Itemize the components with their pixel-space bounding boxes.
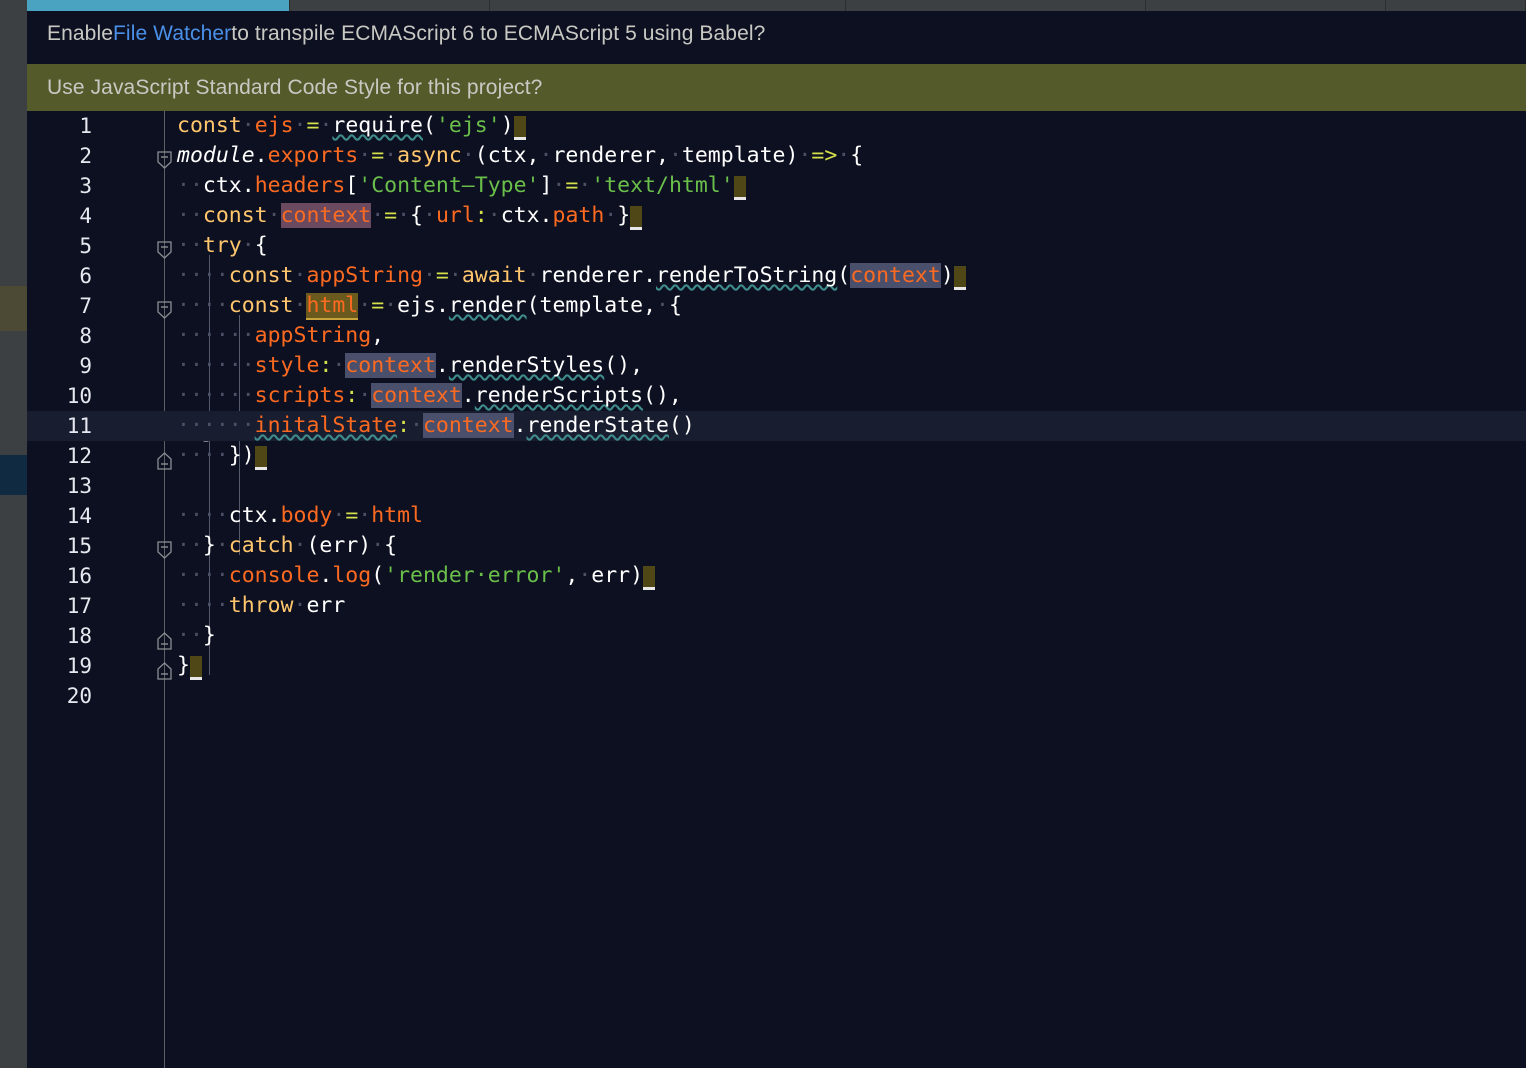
line-number: 2	[79, 144, 92, 168]
line-content-2[interactable]: module.exports·=·async·(ctx,·renderer,·t…	[177, 141, 863, 171]
code-line-10[interactable]: 10 ······scripts:·context.renderScripts(…	[27, 381, 1526, 411]
left-tool-strip[interactable]	[0, 0, 27, 1068]
line-content-4[interactable]: ··const·context·=·{·url:·ctx.path·}	[177, 201, 643, 231]
line-content-18[interactable]: ··}	[177, 621, 216, 651]
notification-standard-code-style[interactable]: Use JavaScript Standard Code Style for t…	[27, 64, 1526, 111]
code-line-3[interactable]: 3 ··ctx.headers['Content–Type']·=·'text/…	[27, 171, 1526, 201]
line-number: 7	[79, 294, 92, 318]
line-content-3[interactable]: ··ctx.headers['Content–Type']·=·'text/ht…	[177, 171, 746, 201]
line-number: 20	[66, 684, 92, 708]
code-editor[interactable]: 1 const·ejs·=·require('ejs') 2 module.ex…	[27, 111, 1526, 1068]
line-number: 3	[79, 174, 92, 198]
line-number: 8	[79, 324, 92, 348]
code-line-9[interactable]: 9 ······style:·context.renderStyles(),	[27, 351, 1526, 381]
line-number: 18	[66, 624, 92, 648]
line-content-10[interactable]: ······scripts:·context.renderScripts(),	[177, 381, 682, 411]
code-line-4[interactable]: 4 ··const·context·=·{·url:·ctx.path·}	[27, 201, 1526, 231]
line-content-11[interactable]: ······initalState:·context.renderState()	[177, 411, 695, 441]
line-number: 14	[66, 504, 92, 528]
code-line-7[interactable]: 7 ····const·html·=·ejs.render(template,·…	[27, 291, 1526, 321]
line-content-8[interactable]: ······appString,	[177, 321, 384, 351]
line-content-6[interactable]: ····const·appString·=·await·renderer.ren…	[177, 261, 966, 291]
banner-text-before: Enable	[47, 21, 113, 45]
line-content-7[interactable]: ····const·html·=·ejs.render(template,·{	[177, 291, 682, 321]
ide-window: Enable File Watcher to transpile ECMAScr…	[0, 0, 1526, 1068]
banner-separator	[27, 56, 1526, 64]
code-lines[interactable]: 1 const·ejs·=·require('ejs') 2 module.ex…	[27, 111, 1526, 1068]
code-line-1[interactable]: 1 const·ejs·=·require('ejs')	[27, 111, 1526, 141]
code-line-11[interactable]: 11 ······initalState:·context.renderStat…	[27, 411, 1526, 441]
code-line-20[interactable]: 20	[27, 681, 1526, 711]
line-content-17[interactable]: ····throw·err	[177, 591, 345, 621]
strip-marker-olive	[0, 286, 27, 331]
tab-2[interactable]	[290, 0, 490, 11]
line-number: 9	[79, 354, 92, 378]
line-content-12[interactable]: ····})	[177, 441, 267, 471]
line-number: 5	[79, 234, 92, 258]
line-number: 19	[66, 654, 92, 678]
line-content-1[interactable]: const·ejs·=·require('ejs')	[177, 111, 526, 141]
line-content-16[interactable]: ····console.log('render·error',·err)	[177, 561, 656, 591]
line-number: 4	[79, 204, 92, 228]
strip-marker-blue	[0, 455, 27, 495]
line-content-9[interactable]: ······style:·context.renderStyles(),	[177, 351, 643, 381]
line-number: 1	[79, 114, 92, 138]
line-content-19[interactable]: }	[177, 651, 202, 681]
code-line-13[interactable]: 13	[27, 471, 1526, 501]
line-number: 15	[66, 534, 92, 558]
line-content-5[interactable]: ··try·{	[177, 231, 268, 261]
line-content-14[interactable]: ····ctx.body·=·html	[177, 501, 423, 531]
banner-text-after: to transpile ECMAScript 6 to ECMAScript …	[231, 21, 766, 45]
code-line-2[interactable]: 2 module.exports·=·async·(ctx,·renderer,…	[27, 141, 1526, 171]
editor-tab-bar[interactable]	[27, 0, 1526, 11]
code-line-5[interactable]: 5 ··try·{	[27, 231, 1526, 261]
banner-2-text: Use JavaScript Standard Code Style for t…	[47, 75, 543, 99]
file-watcher-link[interactable]: File Watcher	[113, 22, 231, 46]
tab-5[interactable]	[1146, 0, 1386, 11]
line-number: 10	[66, 384, 92, 408]
tab-4[interactable]	[846, 0, 1146, 11]
code-line-8[interactable]: 8 ······appString,	[27, 321, 1526, 351]
line-content-15[interactable]: ··}·catch·(err)·{	[177, 531, 397, 561]
line-number: 16	[66, 564, 92, 588]
code-line-17[interactable]: 17 ····throw·err	[27, 591, 1526, 621]
line-number: 13	[66, 474, 92, 498]
code-line-6[interactable]: 6 ····const·appString·=·await·renderer.r…	[27, 261, 1526, 291]
line-number: 11	[66, 414, 92, 438]
tab-active[interactable]	[27, 0, 290, 11]
code-line-19[interactable]: 19 }	[27, 651, 1526, 681]
line-number: 17	[66, 594, 92, 618]
code-line-18[interactable]: 18 ··}	[27, 621, 1526, 651]
code-line-14[interactable]: 14 ····ctx.body·=·html	[27, 501, 1526, 531]
code-line-16[interactable]: 16 ····console.log('render·error',·err)	[27, 561, 1526, 591]
code-line-12[interactable]: 12 ····})	[27, 441, 1526, 471]
line-number: 12	[66, 444, 92, 468]
code-line-15[interactable]: 15 ··}·catch·(err)·{	[27, 531, 1526, 561]
notification-file-watcher[interactable]: Enable File Watcher to transpile ECMAScr…	[27, 11, 1526, 56]
tab-3[interactable]	[490, 0, 846, 11]
tab-6[interactable]	[1386, 0, 1526, 11]
line-number: 6	[79, 264, 92, 288]
